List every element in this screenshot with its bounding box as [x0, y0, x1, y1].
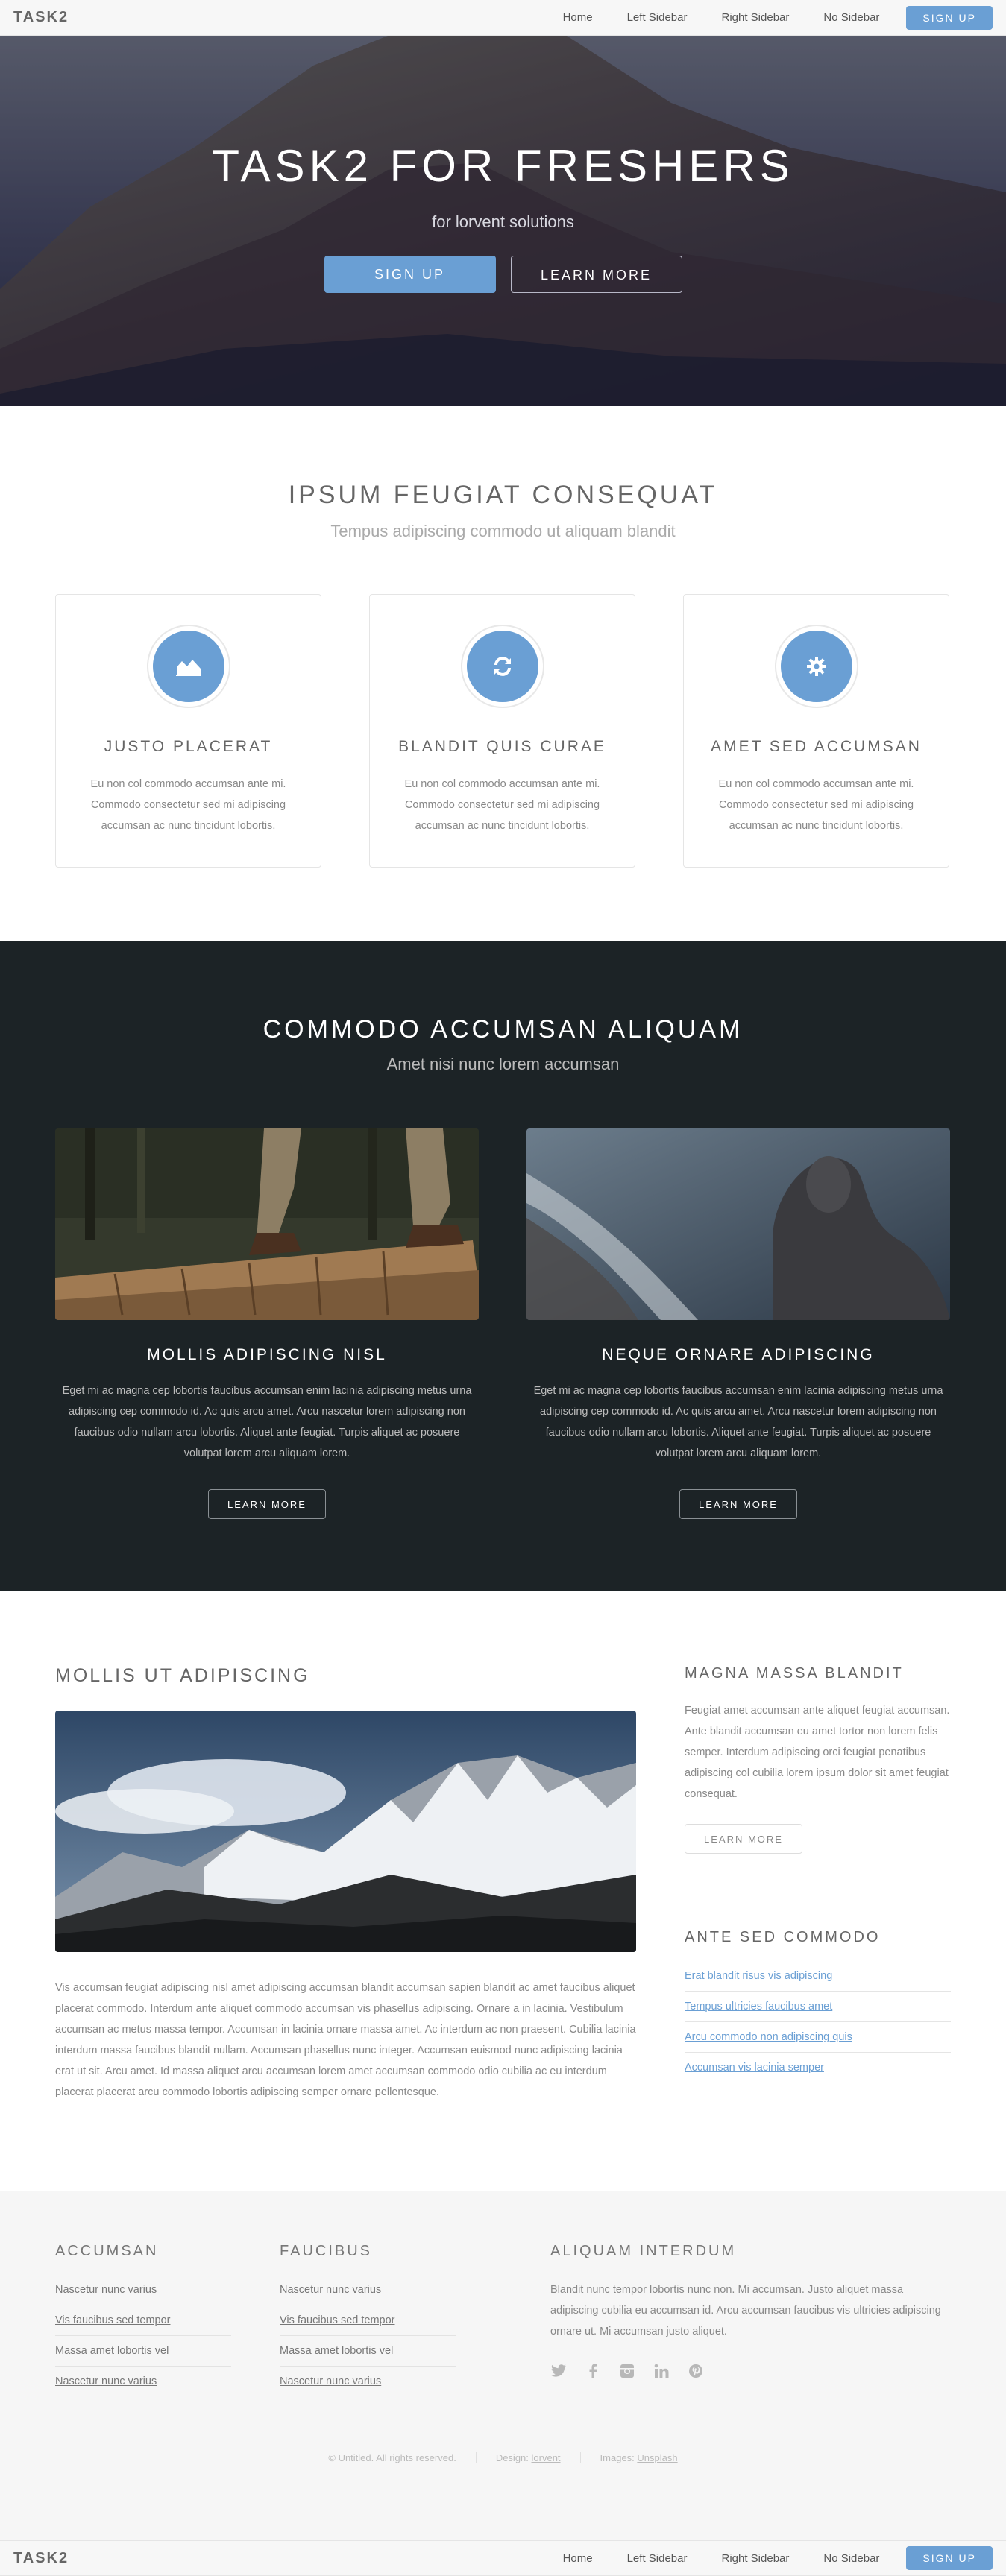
sidebar-link[interactable]: Accumsan vis lacinia semper [685, 2062, 824, 2074]
article-text: Eget mi ac magna cep lobortis faucibus a… [533, 1385, 943, 1459]
footer-link[interactable]: Nascetur nunc varius [280, 2284, 381, 2296]
article-card: MOLLIS ADIPISCING NISL Eget mi ac magna … [55, 1128, 479, 1519]
nav-right-sidebar[interactable]: Right Sidebar [721, 11, 789, 24]
footer-links-column: FAUCIBUS Nascetur nunc varius Vis faucib… [280, 2243, 456, 2396]
nav-home[interactable]: Home [563, 2552, 593, 2565]
sidebar-title: MAGNA MASSA BLANDIT [685, 1665, 904, 1682]
nav-home[interactable]: Home [563, 11, 593, 24]
footer-link[interactable]: Massa amet lobortis vel [280, 2345, 393, 2357]
sidebar-link[interactable]: Erat blandit risus vis adipiscing [685, 1970, 832, 1982]
main-text: Vis accumsan feugiat adipiscing nisl ame… [55, 1982, 636, 2098]
sidebar-learn-more-button[interactable]: LEARN MORE [685, 1824, 802, 1854]
sidebar-link[interactable]: Tempus ultricies faucibus amet [685, 2001, 832, 2012]
feature-text: Eu non col commodo accumsan ante mi. Com… [404, 778, 600, 832]
design-credit-link[interactable]: lorvent [532, 2452, 561, 2463]
footer-link[interactable]: Nascetur nunc varius [55, 2284, 157, 2296]
hero-sign-up-button[interactable]: SIGN UP [324, 256, 496, 293]
footer: ACCUMSAN Nascetur nunc varius Vis faucib… [0, 2191, 1006, 2540]
footer-about: ALIQUAM INTERDUM Blandit nunc tempor lob… [550, 2243, 953, 2379]
copyright-bar: © Untitled. All rights reserved. Design:… [0, 2452, 1006, 2463]
feature-text: Eu non col commodo accumsan ante mi. Com… [90, 778, 286, 832]
hero-title: TASK2 FOR FRESHERS [212, 141, 794, 191]
main-nav: Home Left Sidebar Right Sidebar No Sideb… [529, 5, 993, 30]
dark-section: COMMODO ACCUMSAN ALIQUAM Amet nisi nunc … [0, 941, 1006, 1591]
top-header: TASK2 Home Left Sidebar Right Sidebar No… [0, 0, 1006, 36]
boardwalk-image [55, 1128, 479, 1320]
feature-title: JUSTO PLACERAT [104, 738, 273, 755]
images-label: Images: [600, 2452, 638, 2463]
article-text: Eget mi ac magna cep lobortis faucibus a… [62, 1385, 472, 1459]
features-section: IPSUM FEUGIAT CONSEQUAT Tempus adipiscin… [0, 406, 1006, 941]
feature-text: Eu non col commodo accumsan ante mi. Com… [718, 778, 914, 832]
sidebar-link[interactable]: Arcu commodo non adipiscing quis [685, 2031, 852, 2043]
footer-link[interactable]: Vis faucibus sed tempor [280, 2314, 394, 2326]
feature-title: BLANDIT QUIS CURAE [398, 738, 606, 755]
article-card: NEQUE ORNARE ADIPISCING Eget mi ac magna… [526, 1128, 950, 1519]
hero-learn-more-button[interactable]: LEARN MORE [510, 256, 682, 293]
nav-left-sidebar[interactable]: Left Sidebar [627, 2552, 688, 2565]
sidebar-links-title: ANTE SED COMMODO [685, 1929, 881, 1945]
main-nav: Home Left Sidebar Right Sidebar No Sideb… [529, 2546, 993, 2570]
refresh-icon [466, 631, 538, 702]
linkedin-icon[interactable] [653, 2363, 670, 2379]
hero-subtitle: for lorvent solutions [432, 212, 574, 231]
section-subtitle: Tempus adipiscing commodo ut aliquam bla… [330, 522, 676, 540]
sign-up-button[interactable]: SIGN UP [906, 2546, 993, 2570]
gear-icon [780, 631, 852, 702]
pinterest-icon[interactable] [688, 2363, 704, 2379]
footer-link[interactable]: Nascetur nunc varius [55, 2375, 157, 2387]
feature-title: AMET SED ACCUMSAN [711, 738, 922, 755]
facebook-icon[interactable] [585, 2363, 601, 2379]
design-label: Design: [495, 2452, 532, 2463]
nav-left-sidebar[interactable]: Left Sidebar [627, 11, 688, 24]
footer-about-text: Blandit nunc tempor lobortis nunc non. M… [550, 2284, 941, 2337]
nav-no-sidebar[interactable]: No Sidebar [823, 2552, 879, 2565]
article-title: NEQUE ORNARE ADIPISCING [602, 1346, 875, 1363]
footer-links-column: ACCUMSAN Nascetur nunc varius Vis faucib… [55, 2243, 231, 2396]
nav-no-sidebar[interactable]: No Sidebar [823, 11, 879, 24]
section-title: COMMODO ACCUMSAN ALIQUAM [262, 1015, 744, 1044]
section-title: IPSUM FEUGIAT CONSEQUAT [288, 481, 718, 509]
learn-more-button[interactable]: LEARN MORE [679, 1489, 797, 1519]
copyright-text: © Untitled. All rights reserved. [328, 2452, 456, 2463]
logo[interactable]: TASK2 [13, 9, 69, 26]
article-title: MOLLIS ADIPISCING NISL [147, 1346, 387, 1363]
feature-card: BLANDIT QUIS CURAE Eu non col commodo ac… [369, 594, 635, 868]
hero-banner: TASK2 FOR FRESHERS for lorvent solutions… [0, 36, 1006, 406]
hooded-person-beach-image [526, 1128, 950, 1320]
feature-card: JUSTO PLACERAT Eu non col commodo accums… [55, 594, 321, 868]
twitter-icon[interactable] [550, 2363, 567, 2379]
images-credit-link[interactable]: Unsplash [637, 2452, 677, 2463]
sidebar-text: Feugiat amet accumsan ante aliquet feugi… [685, 1705, 950, 1800]
feature-card: AMET SED ACCUMSAN Eu non col commodo acc… [683, 594, 949, 868]
nav-right-sidebar[interactable]: Right Sidebar [721, 2552, 789, 2565]
main-title: MOLLIS UT ADIPISCING [55, 1665, 310, 1686]
area-chart-icon [152, 631, 224, 702]
sign-up-button[interactable]: SIGN UP [906, 5, 993, 30]
footer-link[interactable]: Vis faucibus sed tempor [55, 2314, 170, 2326]
footer-column-title: ACCUMSAN [55, 2243, 159, 2259]
footer-link[interactable]: Massa amet lobortis vel [55, 2345, 169, 2357]
section-subtitle: Amet nisi nunc lorem accumsan [386, 1055, 620, 1073]
footer-column-title: FAUCIBUS [280, 2243, 373, 2259]
social-icons [550, 2363, 953, 2379]
main-content: MOLLIS UT ADIPISCING Vis accumsan feugia… [55, 1665, 636, 2103]
learn-more-button[interactable]: LEARN MORE [208, 1489, 326, 1519]
instagram-icon[interactable] [619, 2363, 635, 2379]
sidebar-links: Erat blandit risus vis adipiscing Tempus… [685, 1961, 951, 2083]
footer-link[interactable]: Nascetur nunc varius [280, 2375, 381, 2387]
sticky-header: TASK2 Home Left Sidebar Right Sidebar No… [0, 2540, 1006, 2576]
footer-about-title: ALIQUAM INTERDUM [550, 2243, 737, 2259]
snowy-mountains-image [55, 1711, 636, 1952]
sidebar: MAGNA MASSA BLANDIT Feugiat amet accumsa… [685, 1665, 951, 2083]
content-section: MOLLIS UT ADIPISCING Vis accumsan feugia… [0, 1591, 1006, 2191]
logo[interactable]: TASK2 [13, 2550, 69, 2567]
